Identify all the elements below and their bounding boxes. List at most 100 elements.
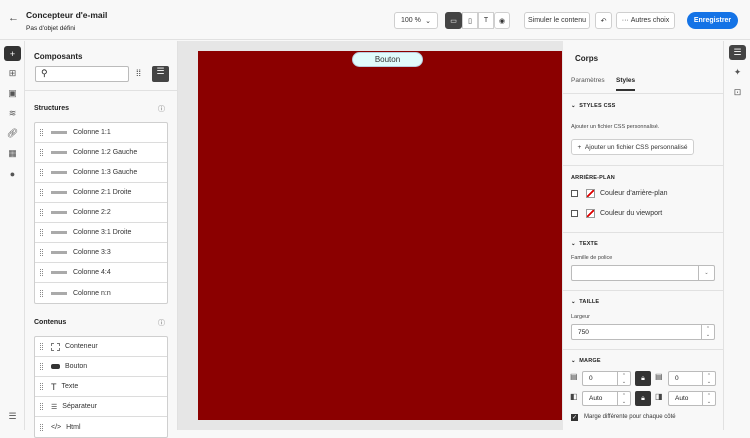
list-item[interactable]: Colonne 3:1 Droite bbox=[35, 223, 167, 243]
margin-top-input[interactable]: 0 ⌃ ⌄ bbox=[582, 371, 631, 386]
panel-title: Corps bbox=[575, 54, 599, 63]
link-icon[interactable]: 🔗︎ bbox=[4, 126, 21, 141]
css-section-header[interactable]: ⌄ STYLES CSS bbox=[571, 103, 616, 109]
tab-styles[interactable]: Styles bbox=[616, 77, 636, 91]
color-swatch-icon[interactable] bbox=[586, 189, 595, 198]
structures-list: Colonne 1:1 Colonne 1:2 Gauche Colonne 1… bbox=[34, 122, 168, 304]
list-item[interactable]: Colonne 2:2 bbox=[35, 203, 167, 223]
info-icon[interactable]: ⓘ bbox=[158, 104, 165, 114]
email-button[interactable]: Bouton bbox=[352, 52, 423, 67]
email-body[interactable] bbox=[198, 51, 562, 420]
plus-icon: + bbox=[577, 143, 585, 151]
fragments-icon[interactable]: ⊞ bbox=[4, 66, 21, 81]
email-canvas: Bouton bbox=[178, 41, 563, 430]
item-label: Colonne 4:4 bbox=[73, 269, 111, 276]
personalization-icon[interactable]: ● bbox=[4, 166, 21, 181]
lock-icon[interactable]: 🔒︎ bbox=[635, 391, 651, 406]
desktop-view-icon[interactable]: ▭ bbox=[445, 12, 462, 29]
divider-icon: ☰ bbox=[51, 403, 58, 411]
margin-bottom-icon: ▤ bbox=[655, 372, 663, 381]
add-css-button[interactable]: + Ajouter un fichier CSS personnalisé bbox=[571, 139, 694, 155]
search-input[interactable]: ⚲ bbox=[35, 66, 129, 82]
save-button[interactable]: Enregistrer bbox=[687, 12, 738, 29]
margin-bottom-value: 0 bbox=[675, 375, 679, 382]
color-swatch-icon[interactable] bbox=[586, 209, 595, 218]
stepper-icon[interactable]: ⌃ ⌄ bbox=[617, 392, 630, 405]
margin-right-input[interactable]: Auto ⌃ ⌄ bbox=[668, 391, 716, 406]
add-components-icon[interactable]: + bbox=[4, 46, 21, 61]
list-item[interactable]: Colonne 1:3 Gauche bbox=[35, 163, 167, 183]
clipboard-icon[interactable]: ☰ bbox=[4, 409, 21, 424]
list-item[interactable]: Colonne 1:2 Gauche bbox=[35, 143, 167, 163]
contents-list: Conteneur Bouton T Texte ☰ Séparateur </> H… bbox=[34, 336, 168, 438]
simulate-content-button[interactable]: Simuler le contenu bbox=[524, 12, 590, 29]
drag-handle-icon bbox=[40, 149, 43, 156]
drag-handle-icon bbox=[40, 403, 43, 410]
validation-icon[interactable]: ⊡ bbox=[729, 85, 746, 100]
bg-color-checkbox[interactable] bbox=[571, 190, 578, 197]
css-description: Ajouter un fichier CSS personnalisé. bbox=[571, 124, 660, 130]
list-view-icon[interactable]: ☰ bbox=[152, 66, 169, 82]
container-icon bbox=[51, 342, 60, 351]
divider bbox=[25, 90, 178, 91]
width-input[interactable]: 750 ⌃ ⌄ bbox=[571, 324, 715, 340]
divider bbox=[563, 349, 724, 350]
item-label: Html bbox=[66, 423, 81, 431]
list-item[interactable]: Colonne 4:4 bbox=[35, 263, 167, 283]
stepper-icon[interactable]: ⌃ ⌄ bbox=[701, 325, 714, 339]
item-label: Colonne 1:3 Gauche bbox=[73, 169, 138, 176]
button-icon bbox=[51, 364, 60, 369]
size-section-header[interactable]: ⌄ TAILLE bbox=[571, 299, 599, 305]
list-item[interactable]: Bouton bbox=[35, 357, 167, 377]
font-family-select[interactable]: ⌄ bbox=[571, 265, 715, 281]
header: ← Concepteur d'e-mail Pas d'objet défini… bbox=[0, 0, 750, 40]
text-section-header[interactable]: ⌄ TEXTE bbox=[571, 241, 598, 247]
list-item[interactable]: Colonne 1:1 bbox=[35, 123, 167, 143]
undo-icon[interactable]: ↶ bbox=[595, 12, 612, 29]
more-options-button[interactable]: ··· Autres choix bbox=[616, 12, 675, 29]
stepper-icon[interactable]: ⌃ ⌄ bbox=[702, 372, 715, 385]
blocks-icon[interactable]: ▦ bbox=[4, 146, 21, 161]
tab-parametres[interactable]: Paramètres bbox=[571, 77, 605, 84]
layers-icon[interactable]: ≋ bbox=[4, 106, 21, 121]
text-view-icon[interactable]: T bbox=[478, 12, 494, 29]
margin-section-header[interactable]: ⌄ MARGE bbox=[571, 358, 601, 364]
section-label: MARGE bbox=[579, 358, 601, 364]
drag-handle-icon bbox=[40, 343, 43, 350]
divider bbox=[563, 93, 724, 94]
list-item[interactable]: Colonne 3:3 bbox=[35, 243, 167, 263]
margin-bottom-input[interactable]: 0 ⌃ ⌄ bbox=[668, 371, 716, 386]
assets-icon[interactable]: ▣ bbox=[4, 86, 21, 101]
list-item[interactable]: Colonne n:n bbox=[35, 283, 167, 303]
grid-view-icon[interactable]: ⁞⁞ bbox=[136, 68, 141, 78]
info-icon[interactable]: ⓘ bbox=[158, 318, 165, 328]
properties-panel: Corps Paramètres Styles ⌄ STYLES CSS Ajo… bbox=[563, 41, 724, 430]
list-item[interactable]: Conteneur bbox=[35, 337, 167, 357]
zoom-select[interactable]: 100 % ⌄ bbox=[394, 12, 438, 29]
divider bbox=[563, 165, 724, 166]
stepper-icon[interactable]: ⌃ ⌄ bbox=[702, 392, 715, 405]
drag-handle-icon bbox=[40, 269, 43, 276]
column-icon bbox=[51, 271, 67, 274]
preview-eye-icon[interactable]: ◉ bbox=[494, 12, 510, 29]
item-label: Colonne 2:1 Droite bbox=[73, 189, 132, 196]
margin-left-input[interactable]: Auto ⌃ ⌄ bbox=[582, 391, 631, 406]
left-rail: + ⊞ ▣ ≋ 🔗︎ ▦ ● ☰ bbox=[0, 41, 25, 430]
more-options-label: Autres choix bbox=[630, 17, 670, 24]
list-item[interactable]: T Texte bbox=[35, 377, 167, 397]
back-arrow-icon[interactable]: ← bbox=[8, 12, 19, 24]
margin-different-checkbox[interactable]: ✓ bbox=[571, 414, 578, 421]
viewport-color-checkbox[interactable] bbox=[571, 210, 578, 217]
list-item[interactable]: Colonne 2:1 Droite bbox=[35, 183, 167, 203]
mobile-view-icon[interactable]: ▯ bbox=[462, 12, 478, 29]
column-icon bbox=[51, 151, 67, 154]
lock-icon[interactable]: 🔒︎ bbox=[635, 371, 651, 386]
list-item[interactable]: </> Html bbox=[35, 417, 167, 437]
properties-icon[interactable]: ☰ bbox=[729, 45, 746, 60]
magic-icon[interactable]: ✦ bbox=[729, 65, 746, 80]
stepper-icon[interactable]: ⌃ ⌄ bbox=[617, 372, 630, 385]
list-item[interactable]: ☰ Séparateur bbox=[35, 397, 167, 417]
column-icon bbox=[51, 171, 67, 174]
margin-left-icon: ◧ bbox=[570, 392, 578, 401]
margin-top-value: 0 bbox=[589, 375, 593, 382]
